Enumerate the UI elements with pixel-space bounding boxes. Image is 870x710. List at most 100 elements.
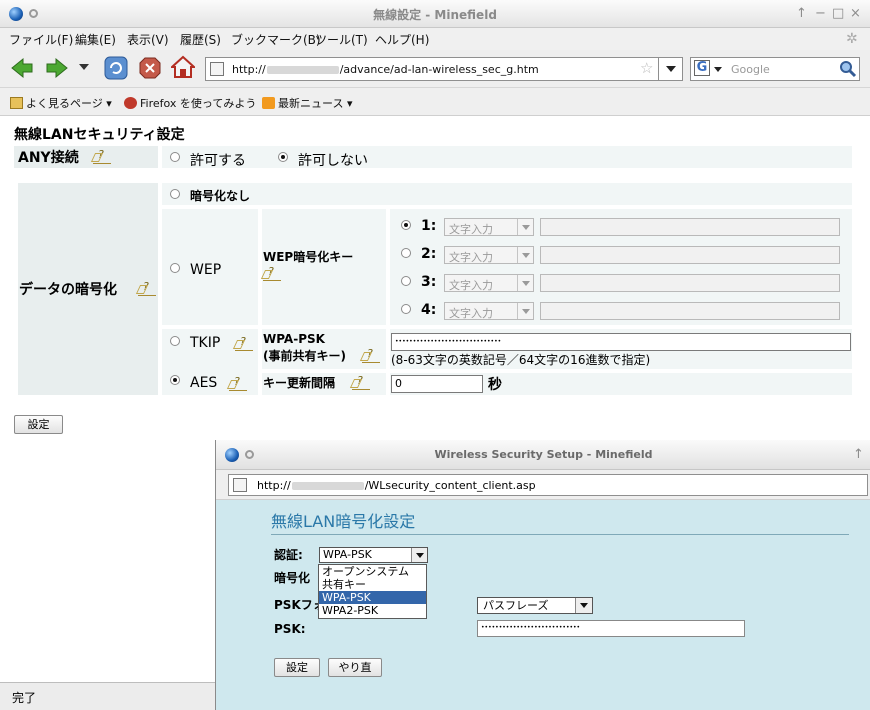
wep-key1-radio[interactable] <box>401 220 411 230</box>
wep-key3-mode-value: 文字入力 <box>449 279 493 292</box>
rekey-input[interactable]: 0 <box>391 375 483 393</box>
any-deny-radio[interactable] <box>278 152 288 162</box>
wep-key-label: WEP暗号化キー <box>263 250 354 264</box>
bookmark-firefox-getting-started[interactable]: Firefox を使ってみよう <box>124 95 256 111</box>
bookmark-most-visited[interactable]: よく見るページ ▾ <box>10 95 112 111</box>
auth-option-open[interactable]: オープンシステム <box>319 565 426 578</box>
forward-icon[interactable] <box>45 56 69 80</box>
wep-key2-mode-value: 文字入力 <box>449 251 493 264</box>
rekey-help-icon[interactable] <box>352 374 370 390</box>
auth-option-shared[interactable]: 共有キー <box>319 578 426 591</box>
wpa-help-icon[interactable] <box>362 347 380 363</box>
wep-key1-mode-select[interactable]: 文字入力 <box>444 218 534 236</box>
psk-input[interactable]: •••••••••••••••••••••••••••• <box>477 620 745 637</box>
popup-url-text: http:// /WLsecurity_content_client.asp <box>257 479 536 492</box>
psk-format-select[interactable]: パスフレーズ <box>477 597 593 614</box>
throbber-icon: ✲ <box>846 31 858 47</box>
redacted-host <box>266 66 339 74</box>
url-path: /advance/ad-lan-wireless_sec_g.htm <box>339 63 539 76</box>
search-placeholder: Google <box>731 63 770 76</box>
wep-key2-num: 2: <box>421 246 437 262</box>
popup-heading-divider <box>271 534 849 535</box>
auth-option-wpa2-psk[interactable]: WPA2-PSK <box>319 604 426 617</box>
wep-key3-radio[interactable] <box>401 276 411 286</box>
maximize-icon[interactable]: □ <box>832 7 844 21</box>
popup-up-icon[interactable]: ↑ <box>853 448 864 462</box>
popup-heading: 無線LAN暗号化設定 <box>271 512 416 531</box>
search-box[interactable]: G Google <box>690 57 860 81</box>
wep-key1-mode-value: 文字入力 <box>449 223 493 236</box>
wep-key-help-icon[interactable] <box>263 265 281 281</box>
window-up-icon[interactable]: ↑ <box>796 7 807 21</box>
auth-select[interactable]: WPA-PSK <box>319 547 428 563</box>
window-title: 無線設定 - Minefield <box>373 8 497 22</box>
history-dropdown-icon[interactable] <box>78 62 90 72</box>
auth-option-wpa-psk[interactable]: WPA-PSK <box>319 591 426 604</box>
wep-key3-mode-select[interactable]: 文字入力 <box>444 274 534 292</box>
popup-set-button[interactable]: 設定 <box>274 658 320 677</box>
wep-key4-input[interactable] <box>540 302 840 320</box>
encryption-help-icon[interactable] <box>138 280 156 296</box>
reload-icon[interactable] <box>103 55 129 81</box>
aes-radio[interactable] <box>170 375 180 385</box>
rekey-label: キー更新間隔 <box>263 376 336 390</box>
wep-key4-radio[interactable] <box>401 304 411 314</box>
menu-edit[interactable]: 編集(E) <box>75 31 116 48</box>
menu-history[interactable]: 履歴(S) <box>180 31 221 48</box>
enc-none-radio[interactable] <box>170 189 180 199</box>
popup-url-path: /WLsecurity_content_client.asp <box>364 479 536 492</box>
menu-bookmarks[interactable]: ブックマーク(B) <box>231 31 321 48</box>
menu-help[interactable]: ヘルプ(H) <box>375 31 429 48</box>
close-icon[interactable]: × <box>850 7 861 21</box>
menu-tools[interactable]: ツール(T) <box>315 31 368 48</box>
main-titlebar: 無線設定 - Minefield ↑ − □ × <box>0 0 870 28</box>
back-icon[interactable] <box>10 56 34 80</box>
any-allow-radio[interactable] <box>170 152 180 162</box>
wep-radio[interactable] <box>170 263 180 273</box>
menu-view[interactable]: 表示(V) <box>127 31 169 48</box>
popup-window: Wireless Security Setup - Minefield ↑ ht… <box>215 440 870 710</box>
encryption-label: 暗号化 <box>274 571 311 585</box>
popup-url-prefix: http:// <box>257 479 291 492</box>
popup-reset-button[interactable]: やり直 <box>328 658 382 677</box>
google-engine-icon[interactable]: G <box>694 60 710 76</box>
stop-icon[interactable] <box>138 56 162 80</box>
tkip-help-icon[interactable] <box>235 335 253 351</box>
tkip-radio[interactable] <box>170 336 180 346</box>
popup-site-identity-icon[interactable] <box>233 478 247 492</box>
site-identity-icon[interactable] <box>210 62 224 76</box>
chevron-down-icon <box>517 303 533 319</box>
chevron-down-icon <box>517 275 533 291</box>
redacted-host <box>291 482 364 490</box>
bookmarks-toolbar: よく見るページ ▾ Firefox を使ってみよう 最新ニュース ▾ <box>0 88 870 116</box>
wep-key2-input[interactable] <box>540 246 840 264</box>
wep-key3-input[interactable] <box>540 274 840 292</box>
folder-icon <box>10 97 23 109</box>
wpa-label-line1: WPA-PSK <box>263 332 325 346</box>
bookmark-label: よく見るページ <box>26 97 103 110</box>
wep-key2-mode-select[interactable]: 文字入力 <box>444 246 534 264</box>
wep-key1-input[interactable] <box>540 218 840 236</box>
aes-help-icon[interactable] <box>229 375 247 391</box>
popup-url-bar[interactable]: http:// /WLsecurity_content_client.asp <box>228 474 868 496</box>
any-help-icon[interactable] <box>93 148 111 164</box>
wep-key4-mode-select[interactable]: 文字入力 <box>444 302 534 320</box>
aes-label: AES <box>190 375 218 391</box>
bookmark-latest-news[interactable]: 最新ニュース ▾ <box>262 95 352 111</box>
bookmark-star-icon[interactable]: ☆ <box>640 59 653 77</box>
menu-file[interactable]: ファイル(F) <box>9 31 73 48</box>
wpa-psk-input[interactable]: •••••••••••••••••••••••••••••• <box>391 333 851 351</box>
bookmark-label: 最新ニュース <box>278 97 344 110</box>
engine-dropdown-icon[interactable] <box>713 66 723 73</box>
psk-format-value: パスフレーズ <box>483 599 549 612</box>
chevron-down-icon <box>411 548 427 562</box>
url-dropdown-button[interactable] <box>658 57 682 81</box>
submit-button[interactable]: 設定 <box>14 415 63 434</box>
wep-key2-radio[interactable] <box>401 248 411 258</box>
home-icon[interactable] <box>171 55 195 79</box>
search-icon[interactable] <box>839 60 857 78</box>
page-title: 無線LANセキュリティ設定 <box>14 127 185 143</box>
minimize-icon[interactable]: − <box>815 7 826 21</box>
enc-none-cell <box>162 183 852 205</box>
url-prefix: http:// <box>232 63 266 76</box>
